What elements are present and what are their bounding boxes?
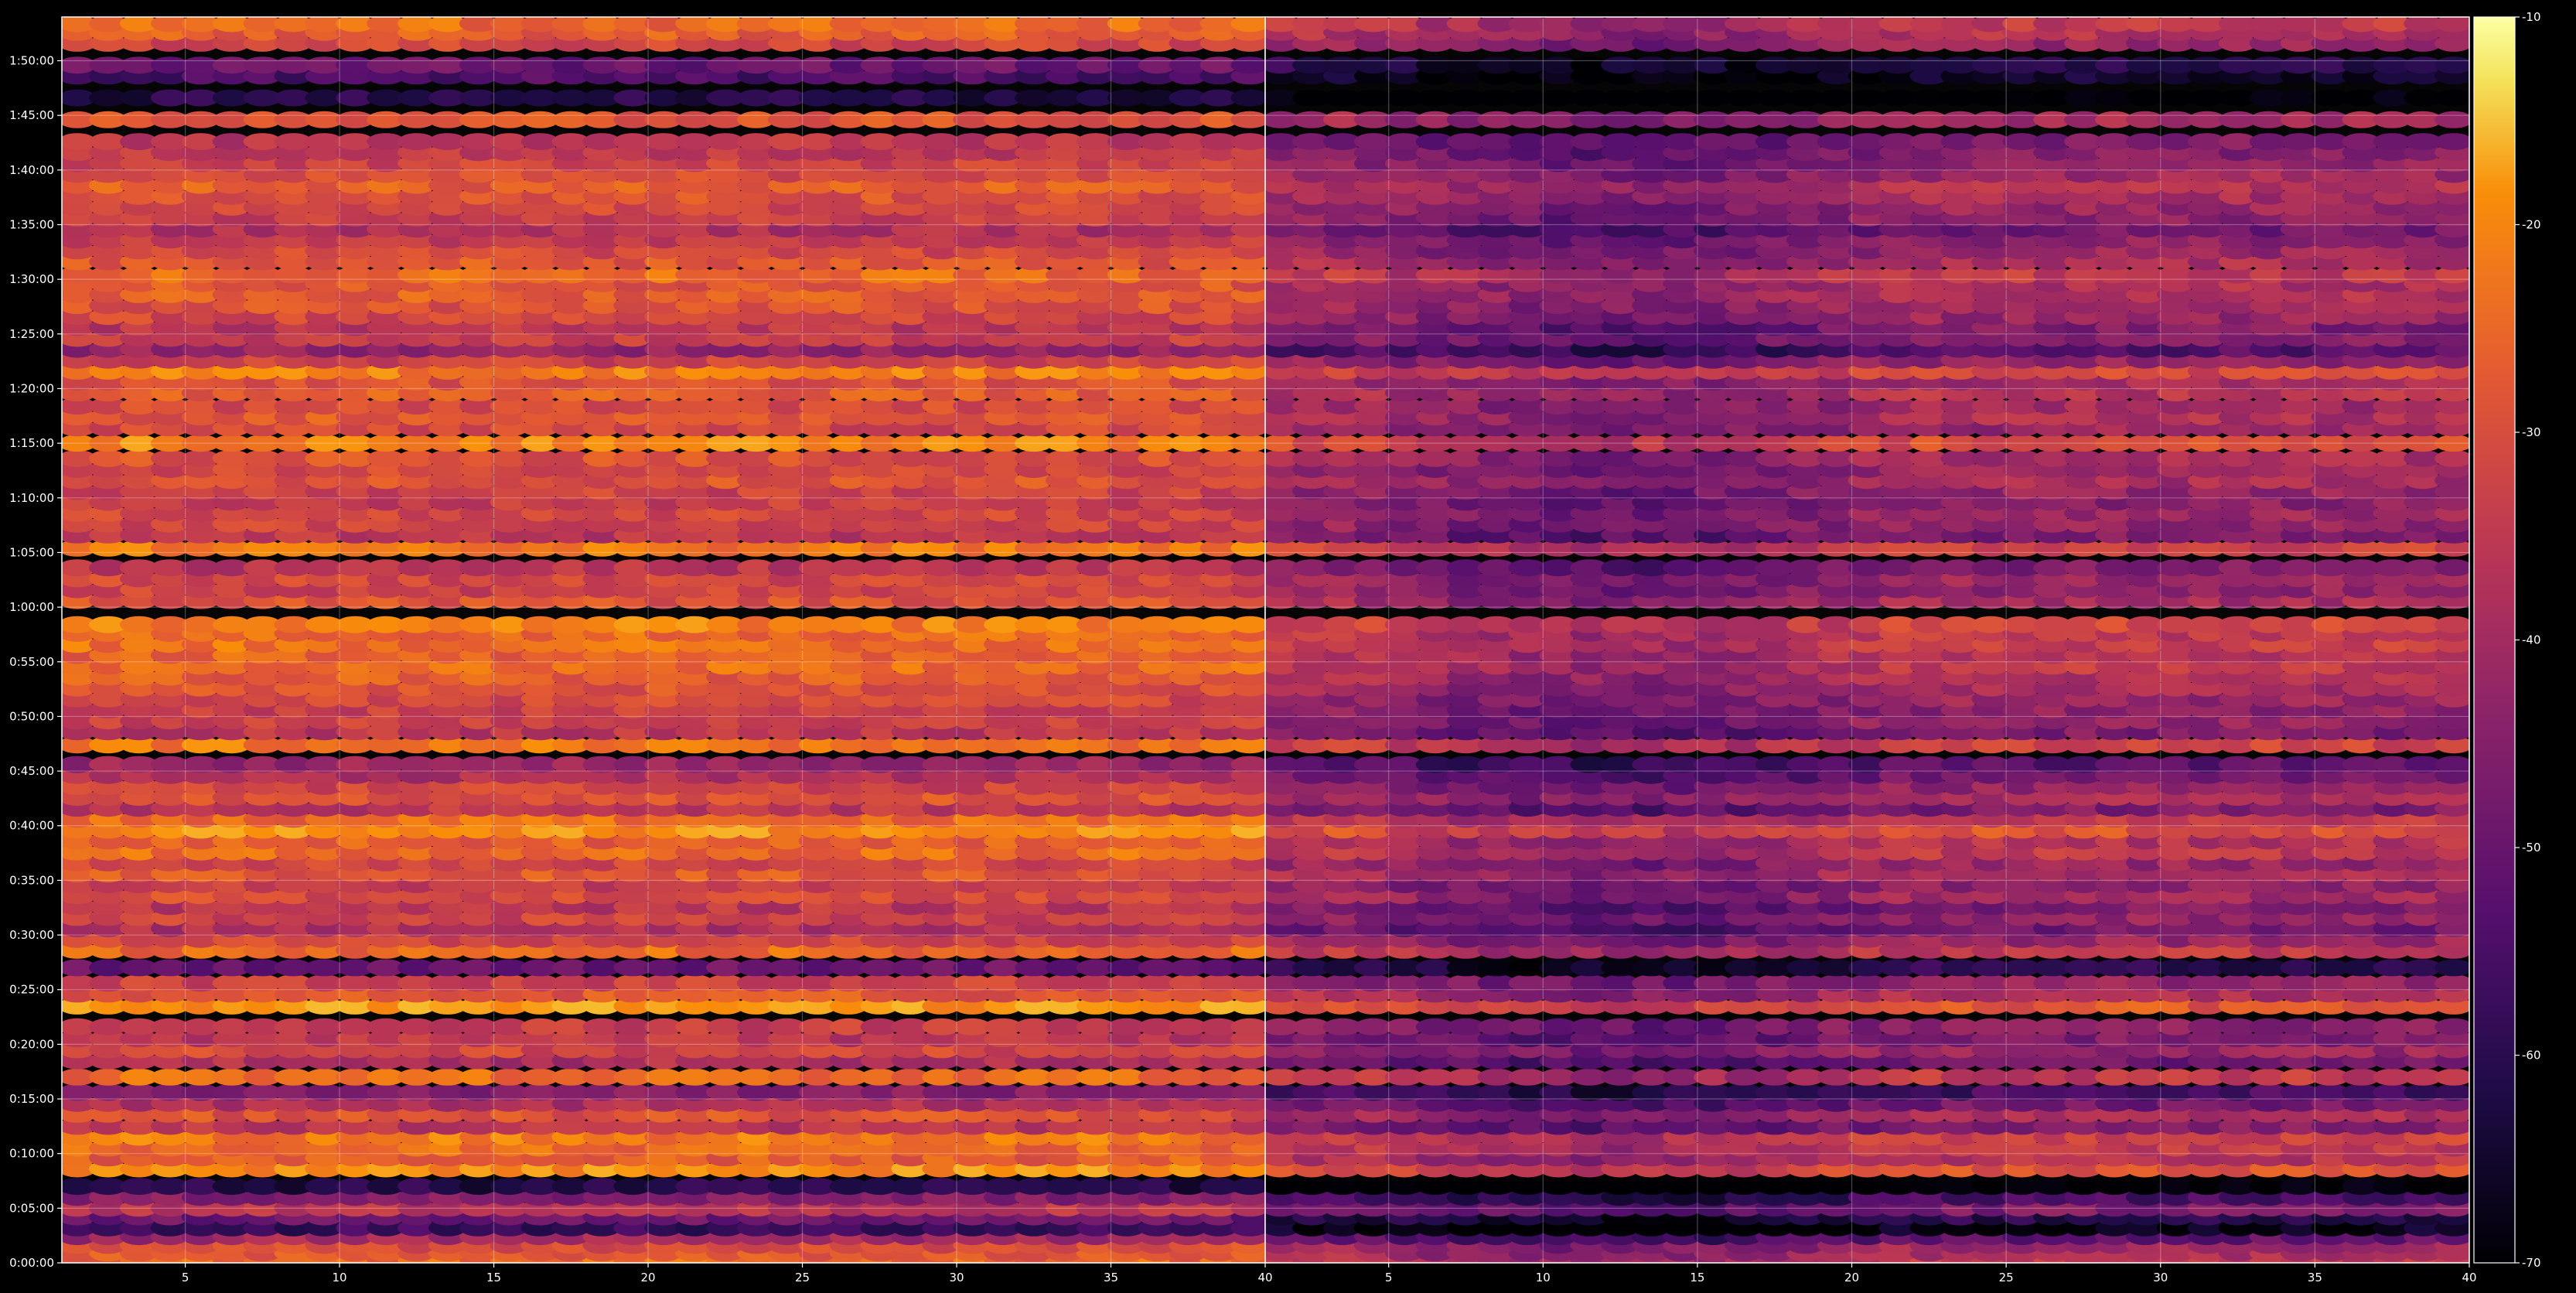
heatmap-cell <box>1230 756 1265 773</box>
heatmap-cell <box>1230 1178 1265 1196</box>
heatmap-cell <box>1230 616 1265 633</box>
heatmap-cell <box>2434 1068 2469 1086</box>
heatmap-cell <box>1230 974 1265 992</box>
heatmap-cell <box>1230 559 1265 577</box>
heatmap-cell <box>2434 1178 2469 1196</box>
heatmap-cell <box>1230 959 1265 977</box>
heatmap-cell <box>2434 1018 2469 1035</box>
heatmap-cells-right <box>1265 17 2469 1263</box>
spectrogram-figure: 0:00:000:05:000:10:000:15:000:20:000:25:… <box>9 10 2540 1284</box>
heatmap-cell <box>1230 1068 1265 1086</box>
heatmap-cell <box>1230 133 1265 151</box>
heatmap-panel-left <box>61 16 1266 1264</box>
heatmap-cell <box>1230 89 1265 107</box>
heatmap-cell <box>1230 17 1265 32</box>
heatmap-cell <box>1230 1018 1265 1035</box>
heatmap-cell <box>1230 56 1265 74</box>
heatmap-cell <box>2434 1083 2469 1101</box>
heatmap-cells-left <box>62 17 1265 1263</box>
heatmap-panel-right <box>1264 16 2470 1264</box>
heatmap-cell <box>1230 1083 1265 1101</box>
heatmap-cell <box>1230 111 1265 128</box>
heatmap-cell <box>1230 449 1265 467</box>
